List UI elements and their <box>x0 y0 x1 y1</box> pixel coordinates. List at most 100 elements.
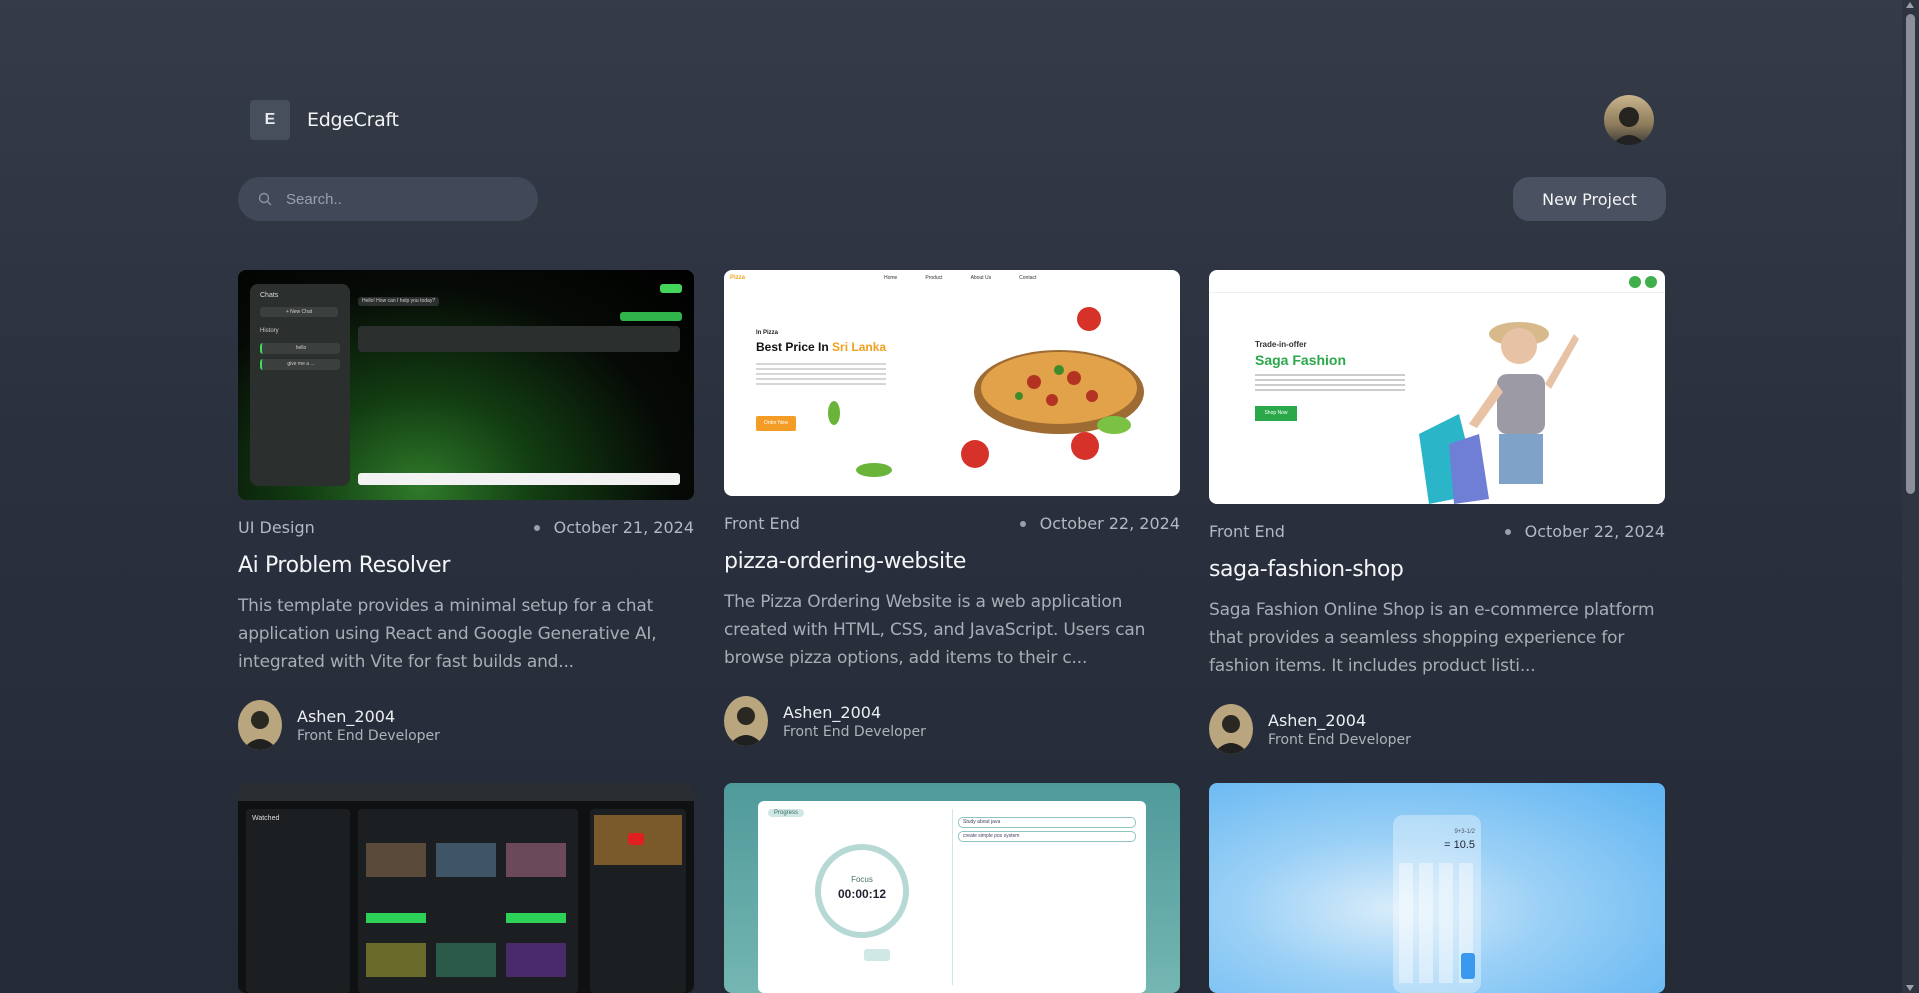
card-title[interactable]: pizza-ordering-website <box>724 549 1180 574</box>
new-project-button[interactable]: New Project <box>1513 177 1666 221</box>
logo-badge[interactable]: E <box>250 100 290 140</box>
card-author[interactable]: Ashen_2004 Front End Developer <box>238 700 694 750</box>
author-role: Front End Developer <box>1268 731 1411 748</box>
author-name: Ashen_2004 <box>783 702 882 722</box>
author-avatar <box>724 696 768 746</box>
thumb-text: Focus <box>851 875 873 884</box>
thumb-text: + New Chat <box>260 307 338 317</box>
thumb-text: hello <box>260 343 340 354</box>
dot-icon <box>533 524 540 531</box>
dot-icon <box>1019 520 1026 527</box>
search-icon <box>258 192 272 206</box>
divider <box>952 809 953 985</box>
card-title[interactable]: saga-fashion-shop <box>1209 557 1665 582</box>
project-thumbnail[interactable]: Watched <box>238 783 694 993</box>
author-avatar <box>238 700 282 750</box>
project-card[interactable]: Pizza Home Product About Us Contact In P… <box>724 270 1180 746</box>
scrollbar-thumb[interactable] <box>1906 14 1915 494</box>
card-date: October 22, 2024 <box>1039 514 1180 533</box>
model-illustration <box>1419 322 1579 504</box>
thumb-highlight: Sri Lanka <box>832 340 887 354</box>
play-icon <box>628 833 644 845</box>
thumb-nav-item: Product <box>925 275 943 281</box>
thumb-icon <box>1645 276 1657 288</box>
thumb-paragraph <box>1255 374 1405 392</box>
author-role: Front End Developer <box>297 727 440 744</box>
thumb-text: In Pizza <box>756 330 779 336</box>
thumb-bubble <box>620 312 682 321</box>
thumb-navbar <box>1209 270 1665 293</box>
card-category: UI Design <box>238 518 315 537</box>
thumb-button <box>506 913 566 923</box>
leaf-icon <box>856 463 892 477</box>
thumb-text: Pizza <box>730 275 746 281</box>
thumb-video <box>506 843 566 877</box>
thumb-equals-key <box>1461 953 1475 979</box>
thumb-text: = 10.5 <box>1444 839 1475 851</box>
card-author[interactable]: Ashen_2004 Front End Developer <box>1209 704 1665 754</box>
scroll-down-arrow-icon[interactable] <box>1906 985 1914 991</box>
thumb-headline: Best Price In <box>756 340 829 354</box>
thumb-input <box>358 473 680 485</box>
author-name: Ashen_2004 <box>297 706 396 726</box>
card-description: Saga Fashion Online Shop is an e-commerc… <box>1209 600 1655 676</box>
project-card[interactable]: Progress Focus 00:00:12 Study about java… <box>724 783 1180 993</box>
thumb-nav-item: Home <box>884 275 898 281</box>
avatar-image <box>1604 95 1654 145</box>
project-thumbnail[interactable]: Pizza Home Product About Us Contact In P… <box>724 270 1180 496</box>
scroll-up-arrow-icon[interactable] <box>1906 2 1914 8</box>
project-thumbnail[interactable]: 9+3-1/2 = 10.5 <box>1209 783 1665 993</box>
card-title[interactable]: Ai Problem Resolver <box>238 553 694 578</box>
thumb-button <box>366 913 426 923</box>
thumb-panel <box>358 326 680 352</box>
thumb-sidebar <box>246 809 350 993</box>
project-thumbnail[interactable]: Progress Focus 00:00:12 Study about java… <box>724 783 1180 993</box>
thumb-text: Watched <box>252 815 280 822</box>
thumb-paragraph <box>756 363 886 385</box>
search-bar[interactable] <box>238 177 538 221</box>
card-meta: UI Design October 21, 2024 <box>238 518 694 537</box>
thumb-nav-item: About Us <box>970 275 992 281</box>
project-card[interactable]: Chats + New Chat History hello give me a… <box>238 270 694 750</box>
card-description: The Pizza Ordering Website is a web appl… <box>724 592 1146 668</box>
leaf-icon <box>828 401 840 425</box>
thumb-video <box>436 843 496 877</box>
search-input[interactable] <box>284 189 508 209</box>
card-meta: Front End October 22, 2024 <box>1209 522 1665 541</box>
project-card[interactable]: Trade-in-offer Saga Fashion Shop Now Fro… <box>1209 270 1665 754</box>
thumb-text: Hello! How can I help you today? <box>358 297 440 306</box>
thumb-text: Progress <box>768 809 805 817</box>
thumb-headline: Saga Fashion <box>1255 352 1347 368</box>
card-category: Front End <box>724 514 800 533</box>
project-card[interactable]: Watched <box>238 783 694 993</box>
thumb-task: Study about java <box>958 817 1136 828</box>
pause-icon <box>872 949 890 961</box>
card-meta: Front End October 22, 2024 <box>724 514 1180 533</box>
thumb-text: 00:00:12 <box>837 887 887 901</box>
user-avatar[interactable] <box>1604 95 1654 145</box>
header: E EdgeCraft <box>250 100 399 140</box>
project-card[interactable]: 9+3-1/2 = 10.5 <box>1209 783 1665 993</box>
card-date: October 21, 2024 <box>553 518 694 537</box>
card-author[interactable]: Ashen_2004 Front End Developer <box>724 696 1180 746</box>
author-avatar <box>1209 704 1253 754</box>
thumb-video <box>436 943 496 977</box>
thumb-nav-item: Contact <box>1019 275 1037 281</box>
thumb-button: Order Now <box>756 416 796 431</box>
thumb-video <box>506 943 566 977</box>
thumb-video <box>366 943 426 977</box>
thumb-button: Shop Now <box>1255 406 1297 421</box>
dot-icon <box>1504 528 1511 535</box>
project-thumbnail[interactable]: Trade-in-offer Saga Fashion Shop Now <box>1209 270 1665 504</box>
scrollbar[interactable] <box>1902 0 1919 993</box>
leaf-icon <box>1097 416 1131 434</box>
thumb-text: Chats <box>260 292 279 299</box>
thumb-text: Trade-in-offer <box>1255 340 1307 349</box>
brand-name[interactable]: EdgeCraft <box>307 109 399 131</box>
author-role: Front End Developer <box>783 723 926 740</box>
project-thumbnail[interactable]: Chats + New Chat History hello give me a… <box>238 270 694 500</box>
thumb-text: 9+3-1/2 <box>1454 829 1475 835</box>
thumb-text: History <box>260 328 279 334</box>
thumb-icon <box>1629 276 1641 288</box>
thumb-bubble <box>660 284 682 293</box>
